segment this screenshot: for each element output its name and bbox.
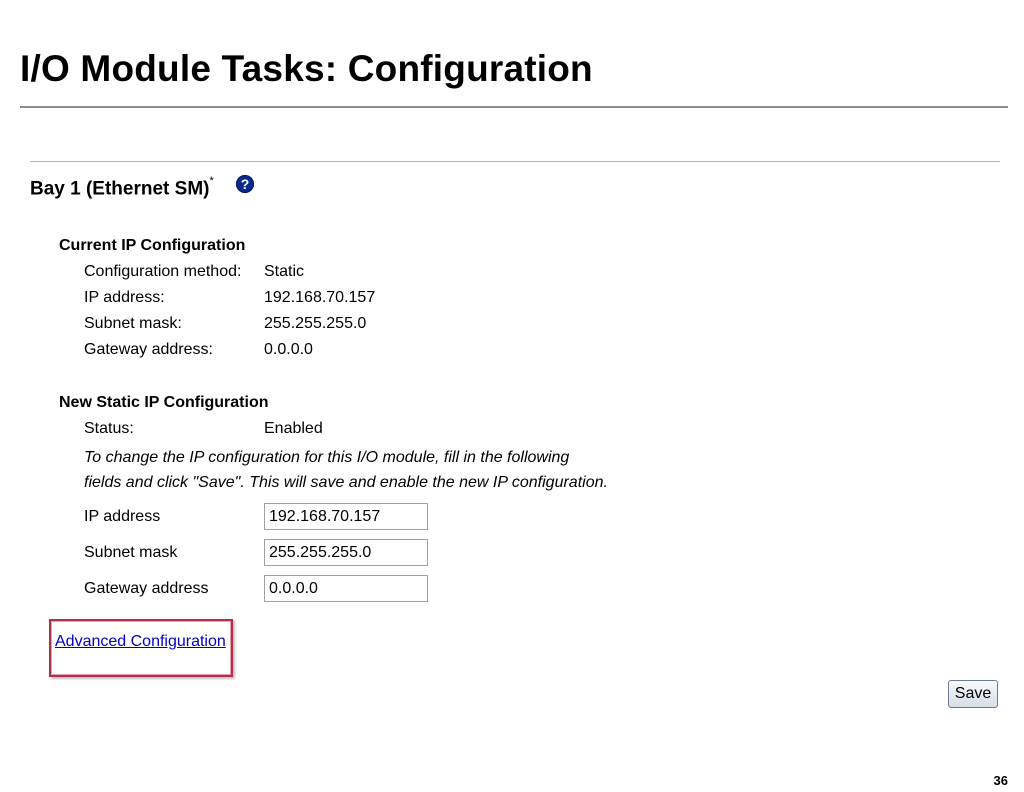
current-ip-value: 192.168.70.157 <box>264 289 376 306</box>
current-gateway-value: 0.0.0.0 <box>264 341 313 358</box>
slide-title: I/O Module Tasks: Configuration <box>20 48 593 89</box>
footnote-mark: * <box>209 175 214 187</box>
current-method-label: Configuration method: <box>84 263 242 280</box>
status-label: Status: <box>84 420 134 437</box>
current-gateway-label: Gateway address: <box>84 341 213 358</box>
new-ip-input[interactable] <box>264 503 428 530</box>
current-method-value: Static <box>264 263 305 280</box>
current-ip-label: IP address: <box>84 289 165 306</box>
new-subnet-label: Subnet mask <box>84 544 178 561</box>
bay-heading-text: Bay 1 (Ethernet SM) <box>30 178 210 200</box>
instructions-line-2: fields and click "Save". This will save … <box>84 474 608 491</box>
title-divider <box>20 106 1008 108</box>
status-value: Enabled <box>264 420 323 437</box>
new-ip-label: IP address <box>84 508 161 525</box>
current-subnet-label: Subnet mask: <box>84 315 182 332</box>
bay-heading: Bay 1 (Ethernet SM)* <box>30 175 214 200</box>
instructions-line-1: To change the IP configuration for this … <box>84 449 570 466</box>
page-number: 36 <box>993 773 1008 788</box>
save-button[interactable]: Save <box>948 680 998 708</box>
new-gateway-input[interactable] <box>264 575 428 602</box>
new-gateway-label: Gateway address <box>84 580 209 597</box>
new-config-heading: New Static IP Configuration <box>59 394 269 411</box>
current-config-heading: Current IP Configuration <box>59 237 246 254</box>
section-divider <box>30 161 1000 162</box>
help-icon[interactable]: ? <box>236 175 254 193</box>
advanced-configuration-link[interactable]: Advanced Configuration <box>55 633 226 651</box>
new-subnet-input[interactable] <box>264 539 428 566</box>
current-subnet-value: 255.255.255.0 <box>264 315 367 332</box>
